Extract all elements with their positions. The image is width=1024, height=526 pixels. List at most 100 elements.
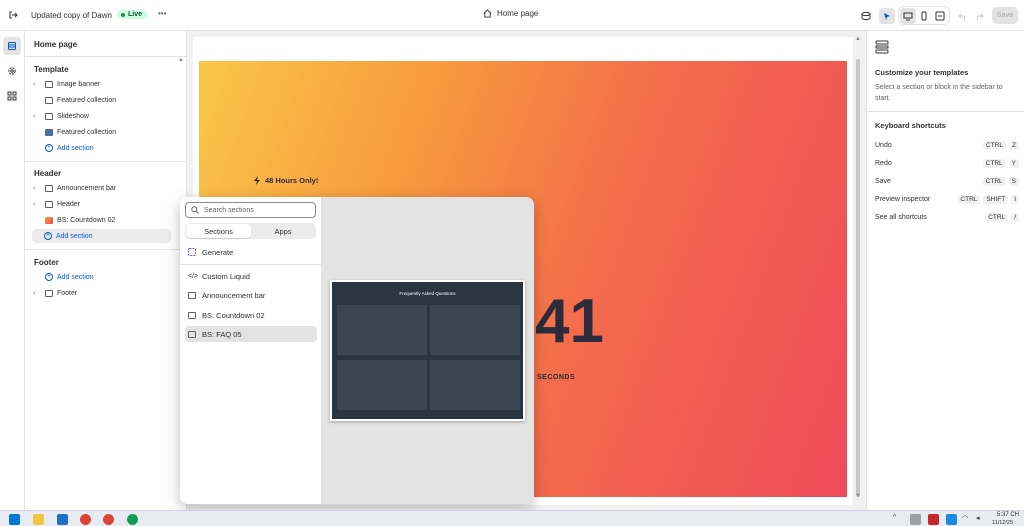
shortcut-see-all[interactable]: See all shortcuts CTRL / xyxy=(875,210,1019,224)
chevron-right-icon[interactable]: › xyxy=(33,201,41,208)
search-input[interactable]: Search sections xyxy=(185,202,316,218)
add-section-footer[interactable]: + Add section xyxy=(33,270,173,284)
chrome-icon[interactable] xyxy=(127,514,138,525)
windows-start-icon[interactable] xyxy=(9,514,20,525)
slideshow-icon xyxy=(45,112,53,120)
wifi-icon[interactable]: ◠ xyxy=(962,514,968,522)
section-label: Slideshow xyxy=(57,112,89,120)
section-label: Featured collection xyxy=(57,96,117,104)
clock-date[interactable]: 11/12/25 xyxy=(992,520,1013,526)
add-section-popup: Search sections Sections Apps Generate <… xyxy=(180,197,534,504)
fullscreen-icon[interactable] xyxy=(932,8,948,24)
header-icon xyxy=(45,200,53,208)
section-label: Footer xyxy=(57,289,78,297)
chrome-icon[interactable] xyxy=(80,514,91,525)
clock-time[interactable]: 5:37 CH xyxy=(997,512,1019,518)
popup-item-custom-liquid[interactable]: </> Custom Liquid xyxy=(185,268,317,284)
lightning-icon xyxy=(254,176,260,185)
right-panel: Customize your templates Select a sectio… xyxy=(866,31,1024,510)
redo-icon[interactable] xyxy=(971,8,987,24)
key-cap: S xyxy=(1008,176,1019,186)
popup-item-label: BS: Countdown 02 xyxy=(202,310,265,320)
popup-item-faq[interactable]: BS: FAQ 05 xyxy=(185,326,317,342)
add-section-label: Add section xyxy=(57,273,94,281)
more-actions-button[interactable]: ••• xyxy=(158,9,166,18)
chevron-right-icon[interactable]: › xyxy=(33,290,41,297)
settings-gear-icon[interactable] xyxy=(4,63,20,79)
sections-icon[interactable] xyxy=(3,37,21,55)
page-selector[interactable]: Home page xyxy=(483,9,538,18)
key-cap: Y xyxy=(1008,158,1019,168)
section-featured-collection[interactable]: Featured collection xyxy=(33,93,173,107)
shortcut-save: Save CTRL S xyxy=(875,174,1019,188)
add-section-template[interactable]: + Add section xyxy=(33,141,173,155)
countdown-number: 41 xyxy=(535,287,604,356)
save-button[interactable]: Save xyxy=(992,7,1018,24)
popup-item-label: Custom Liquid xyxy=(202,271,250,281)
scroll-down-arrow[interactable]: ▼ xyxy=(855,493,861,499)
divider xyxy=(25,161,187,162)
popup-item-countdown[interactable]: BS: Countdown 02 xyxy=(185,307,317,323)
section-thumbnail: Frequently Asked Questions xyxy=(330,280,525,421)
exit-icon[interactable] xyxy=(5,7,21,23)
tray-chevron-icon[interactable]: ^ xyxy=(893,514,896,521)
section-countdown[interactable]: BS: Countdown 02 xyxy=(33,213,173,227)
chevron-right-icon[interactable]: › xyxy=(33,113,41,120)
faq-card xyxy=(430,360,520,410)
search-placeholder: Search sections xyxy=(204,206,254,214)
inspector-icon[interactable] xyxy=(879,8,895,24)
footer-icon xyxy=(45,289,53,297)
tab-sections[interactable]: Sections xyxy=(186,224,251,238)
shortcut-undo: Undo CTRL Z xyxy=(875,138,1019,152)
section-featured-collection-2[interactable]: Featured collection xyxy=(33,125,173,139)
mobile-icon[interactable] xyxy=(916,8,932,24)
tray-app-icon[interactable] xyxy=(910,514,921,525)
section-slideshow[interactable]: › Slideshow xyxy=(33,109,173,123)
shortcut-redo: Redo CTRL Y xyxy=(875,156,1019,170)
live-dot xyxy=(121,12,125,17)
section-sidebar: Home page Template › Image banner Featur… xyxy=(25,31,187,510)
chevron-right-icon[interactable]: › xyxy=(33,185,41,192)
section-footer[interactable]: › Footer xyxy=(33,286,173,300)
undo-icon[interactable] xyxy=(955,8,971,24)
footer-heading: Footer xyxy=(34,258,59,267)
tab-apps[interactable]: Apps xyxy=(251,224,315,238)
generate-button[interactable]: Generate xyxy=(185,244,317,260)
template-heading: Template xyxy=(34,65,69,74)
section-announcement-bar[interactable]: › Announcement bar xyxy=(33,181,173,195)
plus-circle-icon: + xyxy=(45,273,53,281)
desktop-icon[interactable] xyxy=(900,8,916,24)
app-icon[interactable] xyxy=(57,514,68,525)
scroll-up-arrow[interactable]: ▲ xyxy=(855,36,861,42)
database-icon[interactable] xyxy=(858,8,874,24)
volume-icon[interactable]: ◂ xyxy=(976,514,980,522)
banner-badge-label: 48 Hours Only! xyxy=(265,176,319,185)
apps-icon[interactable] xyxy=(4,88,20,104)
section-header[interactable]: › Header xyxy=(33,197,173,211)
key-cap: SHIFT xyxy=(983,194,1009,204)
chrome-icon[interactable] xyxy=(103,514,114,525)
scroll-up-arrow[interactable]: ▲ xyxy=(178,57,184,63)
template-icon xyxy=(875,40,889,54)
key-cap: CTRL xyxy=(983,140,1007,150)
key-cap: CTRL xyxy=(985,212,1009,222)
section-image-banner[interactable]: › Image banner xyxy=(33,77,173,91)
collection-image-icon xyxy=(45,128,53,136)
file-explorer-icon[interactable] xyxy=(33,514,44,525)
section-icon xyxy=(188,311,196,319)
popup-item-announcement-bar[interactable]: Announcement bar xyxy=(185,287,317,303)
generate-label: Generate xyxy=(202,247,234,257)
store-title: Updated copy of Dawn xyxy=(31,11,112,20)
chevron-right-icon[interactable]: › xyxy=(33,81,41,88)
section-label: Featured collection xyxy=(57,128,117,136)
shortcuts-heading: Keyboard shortcuts xyxy=(875,121,946,130)
countdown-unit: SECONDS xyxy=(537,374,576,381)
tray-app-icon[interactable] xyxy=(928,514,939,525)
divider xyxy=(867,111,1024,112)
preview-scrollbar[interactable] xyxy=(856,59,860,497)
add-section-header[interactable]: + Add section xyxy=(32,229,171,243)
left-rail xyxy=(0,31,25,510)
home-icon xyxy=(483,9,492,18)
shortcut-label: Save xyxy=(875,177,891,185)
tray-app-icon[interactable] xyxy=(946,514,957,525)
